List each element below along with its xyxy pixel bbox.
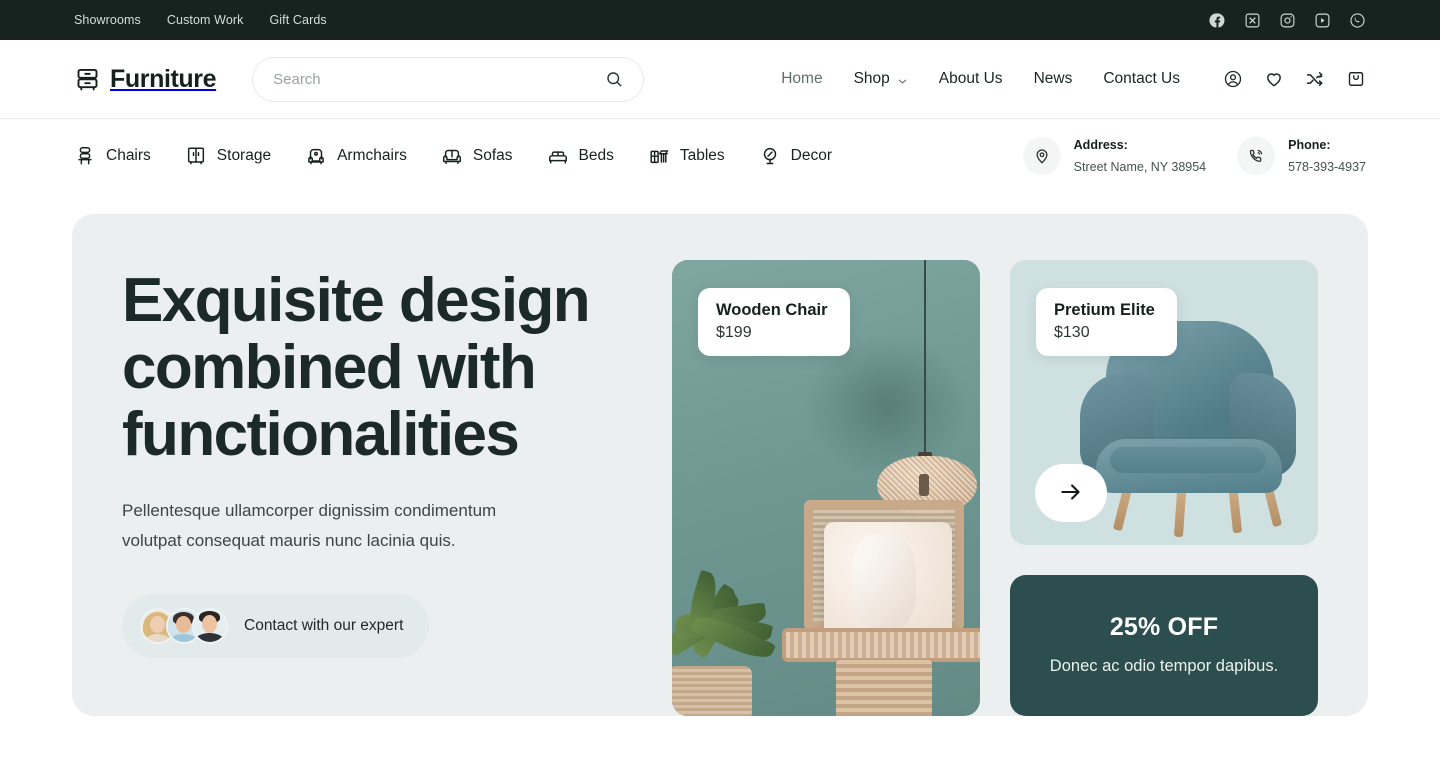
category-tables[interactable]: Tables bbox=[648, 145, 725, 167]
nav-item-contact-us-label: Contact Us bbox=[1103, 70, 1180, 87]
arrow-right-icon bbox=[1058, 479, 1084, 508]
topbar-link-custom-work[interactable]: Custom Work bbox=[167, 13, 244, 27]
price-tag-wooden-chair[interactable]: Wooden Chair $199 bbox=[698, 288, 850, 356]
product-name: Pretium Elite bbox=[1054, 301, 1155, 319]
category-armchairs-label: Armchairs bbox=[337, 146, 407, 164]
category-sofas-label: Sofas bbox=[472, 146, 513, 164]
category-decor-label: Decor bbox=[790, 146, 833, 164]
page-title: Exquisite design combined with functiona… bbox=[122, 266, 591, 469]
chair-base bbox=[836, 660, 932, 716]
promo-title: 25% OFF bbox=[1109, 613, 1219, 641]
phone-icon bbox=[1237, 136, 1276, 175]
category-beds[interactable]: Beds bbox=[547, 145, 614, 167]
product-price: $130 bbox=[1054, 324, 1090, 341]
hero-banner: Exquisite design combined with functiona… bbox=[72, 214, 1368, 716]
armchair-icon bbox=[305, 145, 327, 167]
chair-seat bbox=[782, 628, 980, 662]
bed-icon bbox=[547, 145, 569, 167]
category-sofas[interactable]: Sofas bbox=[441, 145, 513, 167]
social-links bbox=[1209, 12, 1366, 29]
nav-item-news[interactable]: News bbox=[1034, 70, 1073, 88]
category-beds-label: Beds bbox=[578, 146, 614, 164]
x-twitter-icon[interactable] bbox=[1244, 12, 1261, 29]
nav-item-news-label: News bbox=[1033, 70, 1073, 87]
nav-item-shop-label: Shop bbox=[853, 70, 890, 87]
category-armchairs[interactable]: Armchairs bbox=[305, 145, 407, 167]
contact-info: Address: Street Name, NY 38954 Phone: 57… bbox=[1022, 134, 1366, 177]
search-icon[interactable] bbox=[605, 70, 623, 88]
topbar-link-showrooms[interactable]: Showrooms bbox=[74, 13, 141, 27]
hero-product-showcase: Wooden Chair $199 Pretium Elite $130 25%… bbox=[672, 260, 1368, 716]
contact-phone-label: Phone: bbox=[1288, 137, 1331, 152]
nav-item-about-us[interactable]: About Us bbox=[939, 70, 1003, 88]
youtube-icon[interactable] bbox=[1314, 12, 1331, 29]
hero-area: Exquisite design combined with functiona… bbox=[0, 192, 1440, 716]
product-card-pretium-elite[interactable]: Pretium Elite $130 bbox=[1010, 260, 1318, 545]
category-tables-label: Tables bbox=[679, 146, 725, 164]
table-icon bbox=[648, 145, 670, 167]
hero-paragraph: Pellentesque ullamcorper dignissim condi… bbox=[122, 500, 497, 550]
product-card-wooden-chair[interactable]: Wooden Chair $199 bbox=[672, 260, 980, 716]
whatsapp-icon[interactable] bbox=[1349, 12, 1366, 29]
nav-item-home-label: Home bbox=[781, 70, 823, 87]
compare-shuffle-icon[interactable] bbox=[1305, 69, 1325, 89]
location-pin-icon bbox=[1022, 136, 1061, 175]
header-action-icons bbox=[1223, 69, 1366, 89]
sofa-icon bbox=[441, 145, 463, 167]
nav-item-home[interactable]: Home bbox=[781, 70, 822, 88]
topbar-link-gift-cards[interactable]: Gift Cards bbox=[269, 13, 326, 27]
instagram-icon[interactable] bbox=[1279, 12, 1296, 29]
cabinet-icon bbox=[185, 145, 207, 167]
category-storage[interactable]: Storage bbox=[185, 145, 271, 167]
top-links: Showrooms Custom Work Gift Cards bbox=[74, 13, 327, 27]
category-bar: Chairs Storage Armchairs Sofas Beds Tabl… bbox=[0, 119, 1440, 192]
logo[interactable]: Furniture bbox=[74, 64, 217, 94]
product-name: Wooden Chair bbox=[716, 301, 828, 319]
category-chairs[interactable]: Chairs bbox=[74, 145, 151, 167]
pendant-lamp-bulb bbox=[919, 474, 929, 496]
contact-address[interactable]: Address: Street Name, NY 38954 bbox=[1022, 134, 1207, 177]
decor-lamp-icon bbox=[759, 145, 781, 167]
pendant-lamp-cord bbox=[924, 260, 926, 456]
cart-bag-icon[interactable] bbox=[1346, 69, 1366, 89]
wicker-chair bbox=[776, 500, 980, 716]
plant-pot bbox=[672, 666, 752, 716]
contact-address-label: Address: bbox=[1073, 137, 1128, 152]
contact-expert-button[interactable]: Contact with our expert bbox=[122, 594, 430, 659]
contact-expert-label: Contact with our expert bbox=[244, 617, 404, 635]
product-price: $199 bbox=[716, 324, 752, 341]
expert-avatars bbox=[140, 608, 228, 645]
top-utility-bar: Showrooms Custom Work Gift Cards bbox=[0, 0, 1440, 40]
facebook-icon[interactable] bbox=[1209, 12, 1226, 29]
chair-icon bbox=[74, 145, 96, 167]
contact-address-value: Street Name, NY 38954 bbox=[1073, 159, 1207, 174]
white-cushion bbox=[824, 522, 952, 644]
nav-item-contact-us[interactable]: Contact Us bbox=[1103, 70, 1180, 88]
promo-subtitle: Donec ac odio tempor dapibus. bbox=[1049, 657, 1279, 675]
search-box[interactable] bbox=[252, 56, 645, 102]
category-chairs-label: Chairs bbox=[106, 146, 151, 164]
nav-item-about-us-label: About Us bbox=[938, 70, 1003, 87]
next-slide-button[interactable] bbox=[1035, 464, 1107, 522]
wishlist-heart-icon[interactable] bbox=[1264, 69, 1284, 89]
account-icon[interactable] bbox=[1223, 69, 1243, 89]
contact-phone-value: 578-393-4937 bbox=[1288, 159, 1366, 174]
hero-right-column: Pretium Elite $130 25% OFF Donec ac odio… bbox=[1010, 260, 1318, 716]
contact-phone[interactable]: Phone: 578-393-4937 bbox=[1237, 134, 1366, 177]
site-header: Furniture Home Shop About Us News Contac… bbox=[0, 40, 1440, 118]
promo-card-discount[interactable]: 25% OFF Donec ac odio tempor dapibus. bbox=[1010, 575, 1318, 716]
category-list: Chairs Storage Armchairs Sofas Beds Tabl… bbox=[74, 145, 832, 167]
main-navigation: Home Shop About Us News Contact Us bbox=[781, 70, 1180, 88]
chevron-down-icon bbox=[897, 74, 908, 85]
search-input[interactable] bbox=[273, 70, 606, 88]
category-storage-label: Storage bbox=[216, 146, 272, 164]
avatar bbox=[192, 608, 228, 645]
category-decor[interactable]: Decor bbox=[759, 145, 832, 167]
logo-text: Furniture bbox=[110, 64, 217, 93]
armchair-seat bbox=[1096, 439, 1282, 493]
hero-copy: Exquisite design combined with functiona… bbox=[72, 214, 672, 716]
nav-item-shop[interactable]: Shop bbox=[854, 70, 908, 88]
dresser-icon bbox=[74, 66, 101, 93]
price-tag-pretium-elite[interactable]: Pretium Elite $130 bbox=[1036, 288, 1177, 356]
